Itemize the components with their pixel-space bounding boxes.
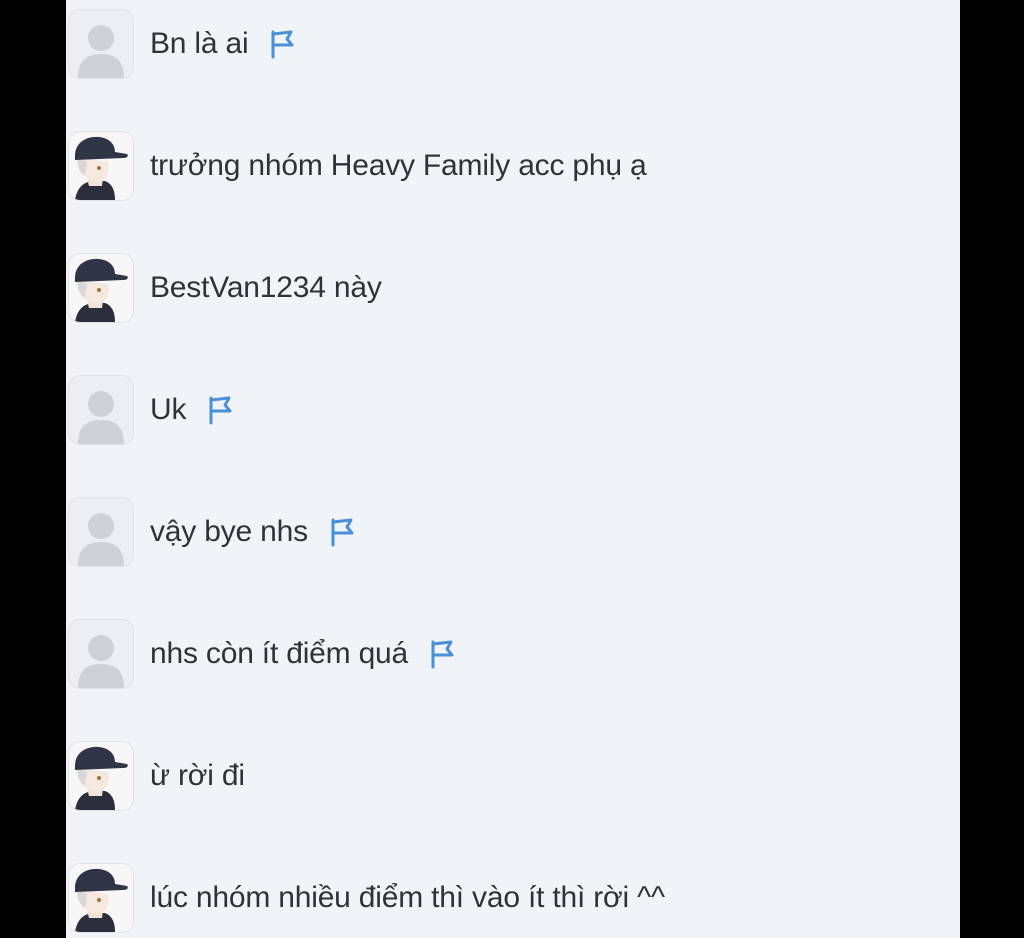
chat-panel: Bn là ai trưởng nhóm Heavy Family acc ph… xyxy=(66,0,960,938)
cap-boy-icon xyxy=(69,132,133,200)
chat-message: trưởng nhóm Heavy Family acc phụ ạ xyxy=(68,130,647,202)
message-text: nhs còn ít điểm quá xyxy=(150,637,409,670)
message-text: Bn là ai xyxy=(150,27,249,60)
default-avatar[interactable] xyxy=(68,497,134,567)
cap-boy-icon xyxy=(69,864,133,932)
default-avatar[interactable] xyxy=(68,619,134,689)
flag-icon[interactable] xyxy=(328,517,356,547)
user-silhouette-icon xyxy=(78,513,124,566)
message-text: BestVan1234 này xyxy=(150,271,382,304)
chat-message: vậy bye nhs xyxy=(68,496,356,568)
flag-icon[interactable] xyxy=(206,395,234,425)
user-silhouette-icon xyxy=(78,391,124,444)
chat-message: BestVan1234 này xyxy=(68,252,382,324)
cap-boy-avatar[interactable] xyxy=(68,863,134,933)
cap-boy-icon xyxy=(69,254,133,322)
chat-message: Uk xyxy=(68,374,234,446)
flag-icon[interactable] xyxy=(268,29,296,59)
chat-message: nhs còn ít điểm quá xyxy=(68,618,456,690)
chat-message: ừ rời đi xyxy=(68,740,245,812)
cap-boy-avatar[interactable] xyxy=(68,253,134,323)
user-silhouette-icon xyxy=(78,635,124,688)
message-text: vậy bye nhs xyxy=(150,515,308,548)
message-text: ừ rời đi xyxy=(150,759,245,792)
flag-icon[interactable] xyxy=(428,639,456,669)
chat-message: Bn là ai xyxy=(68,8,296,80)
message-text: lúc nhóm nhiều điểm thì vào ít thì rời ^… xyxy=(150,881,665,914)
user-silhouette-icon xyxy=(78,25,124,78)
cap-boy-avatar[interactable] xyxy=(68,741,134,811)
default-avatar[interactable] xyxy=(68,375,134,445)
message-text: trưởng nhóm Heavy Family acc phụ ạ xyxy=(150,149,647,182)
chat-message: lúc nhóm nhiều điểm thì vào ít thì rời ^… xyxy=(68,862,665,934)
default-avatar[interactable] xyxy=(68,9,134,79)
cap-boy-icon xyxy=(69,742,133,810)
cap-boy-avatar[interactable] xyxy=(68,131,134,201)
message-text: Uk xyxy=(150,393,187,426)
